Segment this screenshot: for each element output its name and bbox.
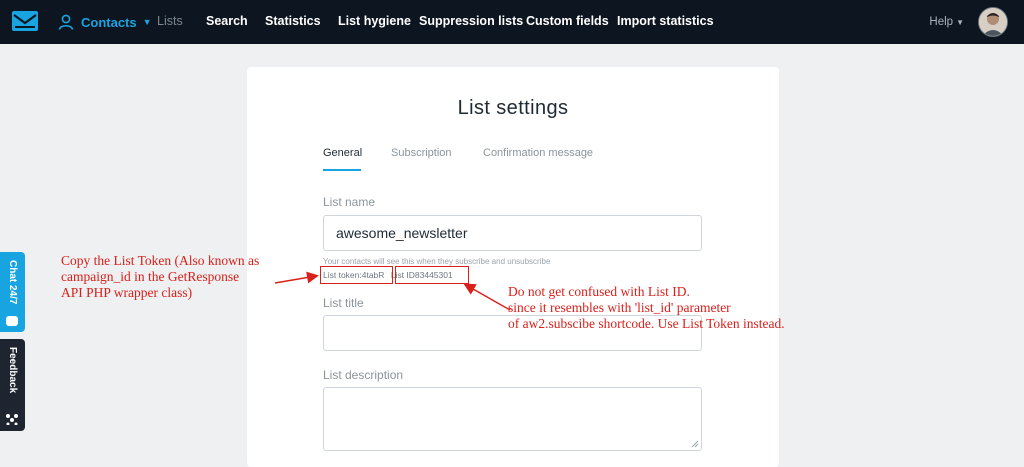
- tab-confirmation-message[interactable]: Confirmation message: [483, 147, 593, 159]
- list-name-label: List name: [323, 195, 376, 209]
- help-dropdown[interactable]: Help ▼: [929, 0, 964, 44]
- nav-item-list-hygiene[interactable]: List hygiene: [338, 0, 411, 44]
- list-name-help-text: Your contacts will see this when they su…: [323, 257, 551, 266]
- nav-item-search[interactable]: Search: [206, 0, 248, 44]
- list-description-label: List description: [323, 368, 404, 382]
- annotation-line: Copy the List Token (Also known as: [61, 253, 260, 268]
- annotation-line: API PHP wrapper class): [61, 285, 193, 300]
- tab-general[interactable]: General: [323, 147, 362, 159]
- person-icon: [58, 14, 74, 30]
- nav-contacts-label: Contacts: [81, 14, 137, 30]
- resize-handle-icon[interactable]: [691, 440, 699, 448]
- chevron-down-icon: ▼: [142, 17, 152, 27]
- help-label: Help: [929, 16, 954, 28]
- list-id-annotation: Do not get confused with List ID. since …: [508, 284, 785, 332]
- feedback-dots-icon: [6, 414, 18, 425]
- chat-bubble-icon: [6, 316, 18, 326]
- feedback-tab-label: Feedback: [7, 347, 18, 394]
- annotation-line: Do not get confused with List ID.: [508, 284, 690, 299]
- avatar-image: [979, 8, 1007, 36]
- list-token-highlight-box: [320, 266, 393, 284]
- annotation-line: of aw2.subscibe shortcode. Use List Toke…: [508, 316, 785, 331]
- list-name-input[interactable]: awesome_newsletter: [323, 215, 702, 251]
- list-title-label: List title: [323, 296, 364, 310]
- chat-247-tab[interactable]: Chat 24/7: [0, 252, 25, 332]
- page-title: List settings: [457, 97, 569, 119]
- nav-item-suppression-lists[interactable]: Suppression lists: [419, 0, 523, 44]
- envelope-logo-icon[interactable]: [12, 11, 38, 31]
- active-tab-indicator: [323, 169, 361, 171]
- nav-item-custom-fields[interactable]: Custom fields: [526, 0, 609, 44]
- annotation-line: since it resembles with 'list_id' parame…: [508, 300, 731, 315]
- nav-item-lists[interactable]: Lists: [157, 0, 183, 44]
- avatar[interactable]: [978, 7, 1008, 37]
- nav-contacts-dropdown[interactable]: Contacts ▼: [58, 0, 152, 44]
- nav-item-import-statistics[interactable]: Import statistics: [617, 0, 714, 44]
- list-id-highlight-box: [395, 266, 469, 284]
- list-description-textarea[interactable]: [323, 387, 702, 451]
- annotation-line: campaign_id in the GetResponse: [61, 269, 240, 284]
- feedback-tab[interactable]: Feedback: [0, 339, 25, 431]
- list-token-annotation: Copy the List Token (Also known as campa…: [61, 253, 259, 301]
- nav-item-statistics[interactable]: Statistics: [265, 0, 321, 44]
- top-navigation-bar: Contacts ▼ Lists Search Statistics List …: [0, 0, 1024, 44]
- chevron-down-icon: ▼: [956, 18, 964, 27]
- chat-tab-label: Chat 24/7: [7, 260, 18, 305]
- tab-subscription[interactable]: Subscription: [391, 147, 452, 159]
